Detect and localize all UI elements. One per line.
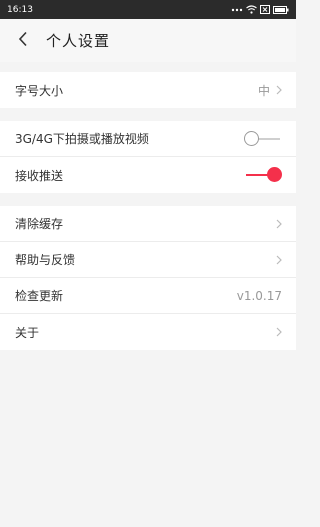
chevron-right-icon [276,219,282,229]
clear-cache-label: 清除缓存 [15,217,64,231]
status-bar: 16:13 [0,0,296,19]
help-feedback-row[interactable]: 帮助与反馈 [0,242,296,278]
push-notification-toggle[interactable] [244,167,282,182]
version-value: v1.0.17 [236,288,282,303]
close-box-icon [260,5,270,14]
more-dots-icon [231,7,243,13]
font-size-row[interactable]: 字号大小 中 [0,72,296,108]
font-size-value: 中 [257,83,270,98]
mobile-video-row: 3G/4G下拍摄或播放视频 [0,121,296,157]
page-title: 个人设置 [46,32,111,50]
clear-cache-row[interactable]: 清除缓存 [0,206,296,242]
settings-group-app: 清除缓存 帮助与反馈 检查更新 v1.0.17 关于 [0,206,296,350]
status-time: 16:13 [7,4,33,15]
push-notification-label: 接收推送 [15,168,64,183]
back-button[interactable] [0,19,46,62]
battery-icon [273,5,289,14]
help-feedback-label: 帮助与反馈 [15,253,76,267]
settings-group-display: 字号大小 中 [0,72,296,108]
about-row[interactable]: 关于 [0,314,296,350]
chevron-left-icon [18,31,28,51]
about-label: 关于 [15,325,40,340]
app-bar: 个人设置 [0,19,296,62]
chevron-right-icon [276,255,282,265]
settings-group-media: 3G/4G下拍摄或播放视频 接收推送 [0,121,296,193]
toggle-knob [267,167,282,182]
toggle-knob [244,130,259,146]
push-notification-row: 接收推送 [0,157,296,193]
status-icons [231,5,289,14]
chevron-right-icon [276,327,282,337]
chevron-right-icon [276,85,282,95]
check-update-label: 检查更新 [15,289,64,303]
mobile-video-toggle[interactable] [244,130,282,146]
wifi-icon [246,5,257,14]
check-update-row[interactable]: 检查更新 v1.0.17 [0,278,296,314]
mobile-video-label: 3G/4G下拍摄或播放视频 [15,132,149,146]
font-size-label: 字号大小 [15,83,64,98]
